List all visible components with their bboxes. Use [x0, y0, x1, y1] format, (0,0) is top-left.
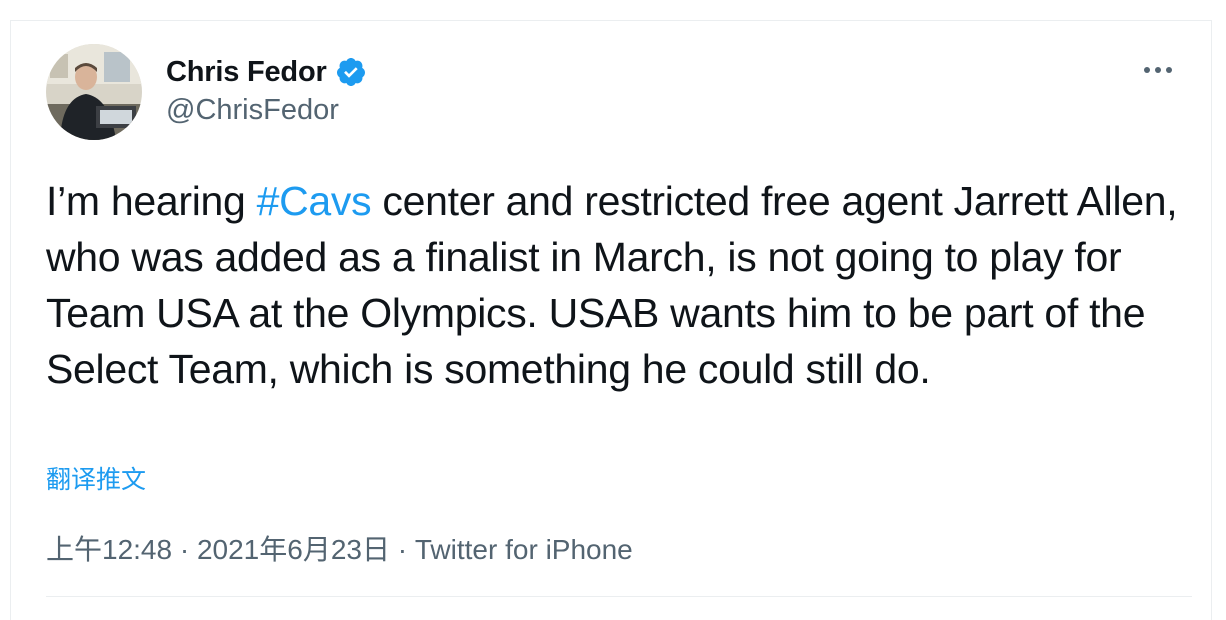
tweet-source[interactable]: Twitter for iPhone: [415, 534, 633, 565]
tweet-text-part: I’m hearing: [46, 178, 257, 224]
author-name-row[interactable]: Chris Fedor: [166, 54, 367, 90]
divider: [46, 596, 1192, 597]
tweet-date[interactable]: 2021年6月23日: [197, 534, 390, 565]
hashtag-link[interactable]: #Cavs: [257, 178, 372, 224]
author-handle[interactable]: @ChrisFedor: [166, 94, 339, 127]
verified-badge-icon: [335, 56, 367, 88]
meta-separator: ·: [172, 534, 197, 565]
meta-separator: ·: [389, 534, 415, 565]
avatar[interactable]: [46, 44, 142, 140]
tweet-metadata: 上午12:48 · 2021年6月23日 · Twitter for iPhon…: [46, 528, 633, 568]
tweet-text: I’m hearing #Cavs center and restricted …: [46, 173, 1196, 397]
author-display-name[interactable]: Chris Fedor: [166, 56, 327, 89]
more-options-icon: [1144, 67, 1172, 73]
tweet-time[interactable]: 上午12:48: [46, 534, 172, 565]
avatar-photo: [46, 44, 142, 140]
translate-tweet-link[interactable]: 翻译推文: [46, 460, 146, 496]
more-options-button[interactable]: [1138, 54, 1178, 86]
